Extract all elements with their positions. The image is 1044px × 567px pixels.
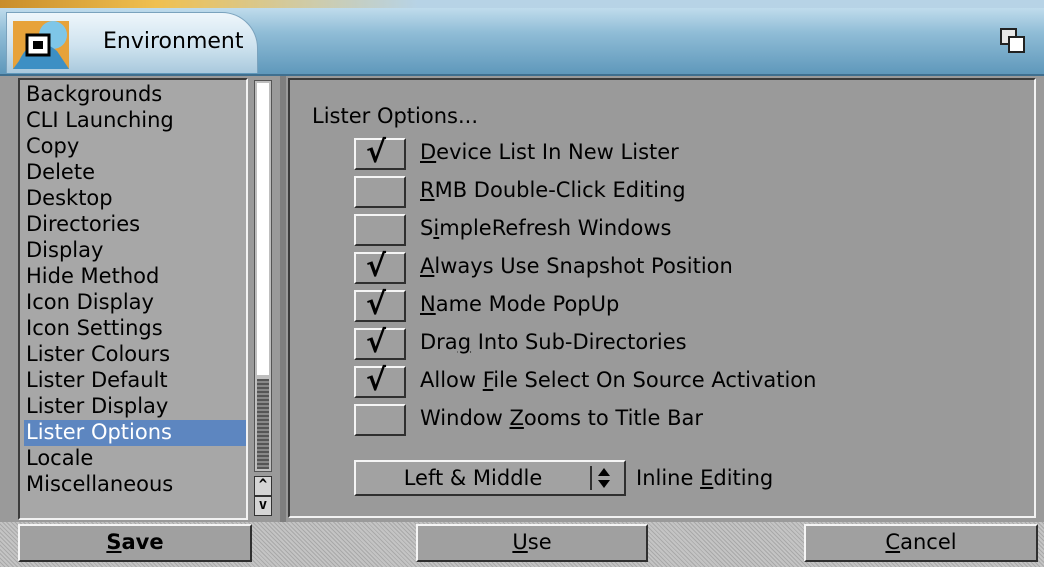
option-label-6[interactable]: Allow File Select On Source Activation [420, 368, 816, 392]
list-item-icon-settings[interactable]: Icon Settings [24, 316, 246, 342]
list-item-delete[interactable]: Delete [24, 160, 246, 186]
option-checkbox-6[interactable]: √ [354, 363, 406, 398]
option-label-5[interactable]: Drag Into Sub-Directories [420, 330, 687, 354]
list-item-hide-method[interactable]: Hide Method [24, 264, 246, 290]
inline-editing-label-key: E [700, 466, 714, 490]
checkmark-icon: √ [366, 135, 387, 170]
use-button[interactable]: Use [416, 524, 648, 562]
option-label-pre: Allow [420, 368, 483, 392]
checkmark-icon: √ [366, 287, 387, 322]
checkmark-icon: √ [366, 325, 387, 360]
option-checkbox-4[interactable]: √ [354, 287, 406, 322]
option-checkbox-2[interactable] [354, 214, 406, 246]
scroll-down-arrow-icon[interactable]: v [254, 496, 272, 516]
list-item-lister-options[interactable]: Lister Options [24, 420, 246, 446]
option-label-1[interactable]: RMB Double-Click Editing [420, 178, 686, 202]
option-label-7[interactable]: Window Zooms to Title Bar [420, 406, 703, 430]
save-button-key: S [106, 530, 122, 554]
window-depth-icon[interactable] [1000, 28, 1026, 54]
cycle-separator [590, 466, 592, 490]
pane-divider [280, 76, 286, 522]
scroll-thumb[interactable] [257, 379, 269, 469]
use-button-key: U [512, 530, 528, 554]
list-item-lister-colours[interactable]: Lister Colours [24, 342, 246, 368]
list-item-directories[interactable]: Directories [24, 212, 246, 238]
list-item-lister-display[interactable]: Lister Display [24, 394, 246, 420]
option-label-pre: Window [420, 406, 510, 430]
list-item-desktop[interactable]: Desktop [24, 186, 246, 212]
category-list[interactable]: Backgrounds CLI Launching Copy Delete De… [18, 78, 248, 520]
option-label-post: ame Mode PopUp [435, 292, 620, 316]
option-label-key: Z [509, 406, 524, 430]
cancel-button[interactable]: Cancel [804, 524, 1038, 562]
list-item-backgrounds[interactable]: Backgrounds [24, 82, 246, 108]
option-checkbox-7[interactable] [354, 404, 406, 436]
option-label-3[interactable]: Always Use Snapshot Position [420, 254, 733, 278]
checkmark-icon: √ [366, 363, 387, 398]
option-checkbox-0[interactable]: √ [354, 135, 406, 170]
option-label-post: MB Double-Click Editing [434, 178, 686, 202]
save-button-rest: ave [121, 530, 164, 554]
list-scrollbar[interactable]: ^ v [250, 78, 276, 520]
option-label-key: F [482, 368, 494, 392]
cycle-gadget-icon [598, 468, 610, 488]
option-checkbox-5[interactable]: √ [354, 325, 406, 360]
option-label-post: Into Sub-Directories [471, 330, 687, 354]
title-tab: Environment [6, 12, 258, 73]
option-label-0[interactable]: Device List In New Lister [420, 140, 679, 164]
scroll-track-empty[interactable] [257, 83, 269, 375]
option-checkbox-1[interactable] [354, 176, 406, 208]
inline-editing-label-post: diting [713, 466, 774, 490]
option-label-pre: Dra [420, 330, 458, 354]
list-item-lister-default[interactable]: Lister Default [24, 368, 246, 394]
option-label-post: evice List In New Lister [436, 140, 679, 164]
option-label-post: ooms to Title Bar [523, 406, 703, 430]
panel-heading: Lister Options... [312, 104, 478, 128]
inline-editing-label-pre: Inline [636, 466, 701, 490]
list-item-display[interactable]: Display [24, 238, 246, 264]
option-label-post: ile Select On Source Activation [493, 368, 817, 392]
list-item-miscellaneous[interactable]: Miscellaneous [24, 472, 246, 498]
environment-window: Environment Backgrounds CLI Launching Co… [0, 0, 1044, 567]
list-item-locale[interactable]: Locale [24, 446, 246, 472]
option-label-key: A [420, 254, 435, 278]
option-label-2[interactable]: SimpleRefresh Windows [420, 216, 671, 240]
option-label-post: mpleRefresh Windows [439, 216, 672, 240]
cancel-button-key: C [885, 530, 901, 554]
option-label-key: N [420, 292, 436, 316]
list-item-icon-display[interactable]: Icon Display [24, 290, 246, 316]
cycle-value: Left & Middle [403, 466, 543, 490]
option-label-key: g [457, 330, 472, 354]
option-label-4[interactable]: Name Mode PopUp [420, 292, 619, 316]
save-button[interactable]: Save [18, 524, 252, 562]
window-title: Environment [103, 29, 244, 54]
option-checkbox-3[interactable]: √ [354, 249, 406, 284]
list-item-cli-launching[interactable]: CLI Launching [24, 108, 246, 134]
use-button-rest: se [527, 530, 552, 554]
cancel-button-rest: ancel [900, 530, 957, 554]
checkmark-icon: √ [366, 249, 387, 284]
scroll-up-arrow-icon[interactable]: ^ [254, 476, 272, 496]
option-label-key: R [420, 178, 435, 202]
title-bar-top-strip [0, 0, 1044, 8]
option-label-key: D [420, 140, 437, 164]
inline-editing-label: Inline Editing [636, 466, 773, 490]
option-label-post: lways Use Snapshot Position [434, 254, 733, 278]
list-item-copy[interactable]: Copy [24, 134, 246, 160]
title-bar[interactable]: Environment [0, 0, 1044, 76]
scroll-track[interactable] [254, 80, 272, 472]
environment-app-icon[interactable] [13, 21, 69, 69]
option-label-pre: S [420, 216, 434, 240]
inline-editing-cycle[interactable]: Left & Middle [354, 460, 626, 496]
